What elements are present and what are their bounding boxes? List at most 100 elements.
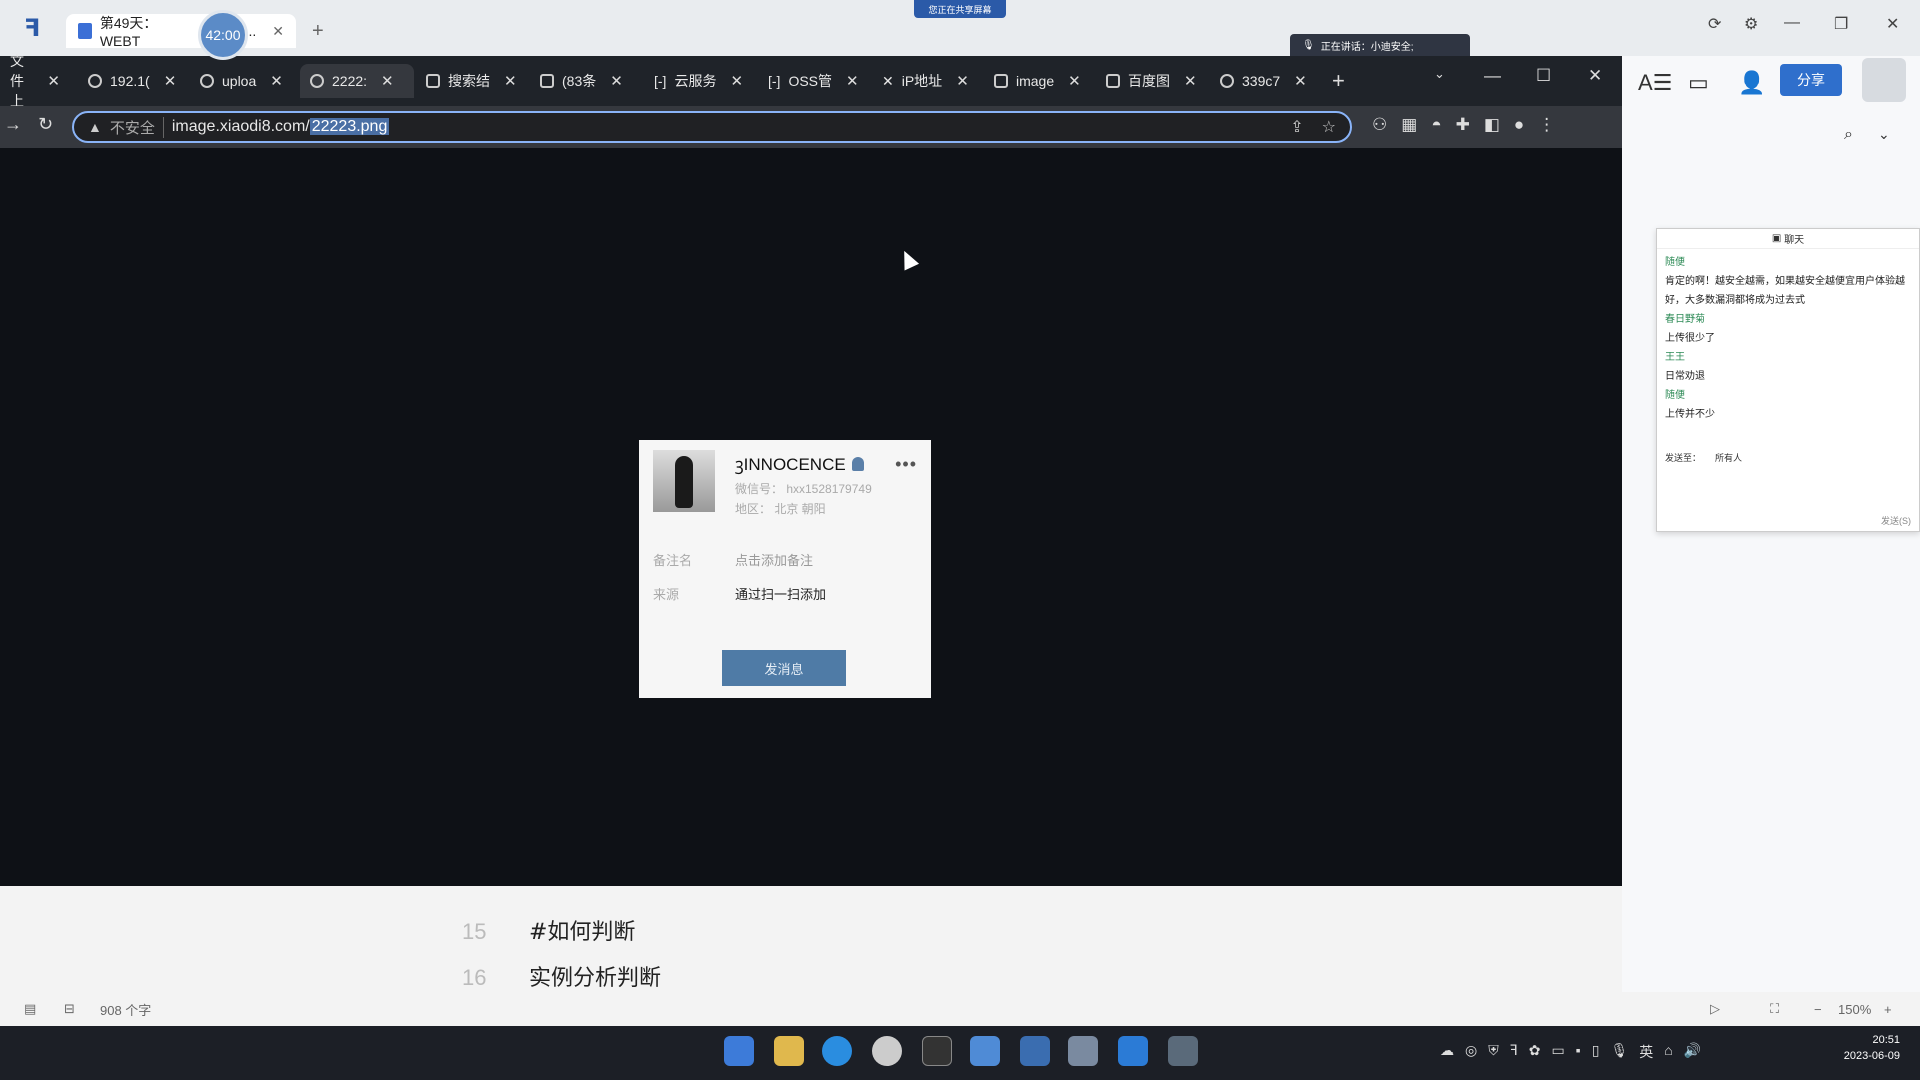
meeting-app-icon[interactable] <box>970 1036 1000 1066</box>
close-icon[interactable]: ✕ <box>1294 72 1307 90</box>
close-icon[interactable]: ✕ <box>164 72 177 90</box>
close-icon[interactable]: ✕ <box>730 72 743 90</box>
close-icon[interactable]: ✕ <box>272 23 284 40</box>
forward-icon[interactable]: → <box>4 114 22 135</box>
file-explorer-icon[interactable] <box>774 1036 804 1066</box>
minimize-button[interactable]: — <box>1484 66 1501 86</box>
edge-icon[interactable] <box>822 1036 852 1066</box>
extension-icon[interactable]: ▦ <box>1401 115 1417 135</box>
close-icon[interactable]: ✕ <box>47 72 60 90</box>
tray-app-icon[interactable]: ✿ <box>1529 1042 1541 1062</box>
zoom-level[interactable]: 150% <box>1838 1002 1871 1017</box>
tray-app-icon[interactable]: ☁ <box>1440 1042 1454 1062</box>
menu-icon[interactable]: ⋮ <box>1538 115 1555 135</box>
chat-title: ▣ 聊天 <box>1657 229 1919 249</box>
tray-app-icon[interactable]: ◎ <box>1465 1042 1477 1062</box>
bookmark-star-icon[interactable]: ☆ <box>1322 117 1336 137</box>
maximize-button[interactable]: ❐ <box>1834 14 1848 34</box>
close-icon[interactable]: ✕ <box>610 72 623 90</box>
browser-tab[interactable]: (83条 ✕ <box>530 64 633 98</box>
browser-tab[interactable]: ✕ iP地址 ✕ <box>872 64 979 98</box>
usb-icon[interactable]: ▯ <box>1592 1042 1600 1062</box>
close-icon[interactable]: ✕ <box>846 72 859 90</box>
close-icon[interactable]: ✕ <box>956 72 969 90</box>
doc-line[interactable]: 15 #如何判断 <box>462 914 635 946</box>
insecure-label[interactable]: 不安全 <box>110 116 164 138</box>
avatar[interactable] <box>1862 58 1906 102</box>
text-format-icon[interactable]: A☰ <box>1638 70 1672 96</box>
browser-tab-active[interactable]: 2222: ✕ <box>300 64 414 98</box>
present-icon[interactable]: ▭ <box>1688 70 1709 96</box>
browser-tab[interactable]: 192.1(✕ <box>78 64 186 98</box>
mic-icon[interactable]: 🎙 <box>1610 1042 1628 1062</box>
browser-tab[interactable]: [-] OSS管 ✕ <box>758 64 869 98</box>
zoom-out-button[interactable]: − <box>1814 1002 1822 1017</box>
settings-icon[interactable]: ⚙ <box>1744 14 1758 34</box>
browser-tab[interactable]: 文件上 ✕ <box>0 53 70 109</box>
share-icon[interactable]: ⇪ <box>1290 117 1303 137</box>
display-icon[interactable]: ▭ <box>1552 1042 1565 1062</box>
outline-icon[interactable]: ▤ <box>24 1001 36 1017</box>
close-window-button[interactable]: ✕ <box>1886 14 1899 34</box>
close-icon[interactable]: ✕ <box>1068 72 1081 90</box>
outer-new-tab-button[interactable]: + <box>312 20 324 43</box>
share-button[interactable]: 分享 <box>1780 64 1842 96</box>
address-bar[interactable]: ▲ 不安全 image.xiaodi8.com/22223.png ⇪ ☆ <box>72 111 1352 143</box>
clock[interactable]: 20:51 2023-06-09 <box>1844 1032 1900 1064</box>
close-icon[interactable]: ✕ <box>270 72 283 90</box>
play-icon[interactable]: ▷ <box>1710 1001 1720 1017</box>
browser-tab[interactable]: 339c7 ✕ <box>1210 64 1317 98</box>
shield-icon[interactable]: ⛨ <box>1488 1042 1499 1062</box>
globe-icon <box>310 74 324 88</box>
browser-tab[interactable]: uploa ✕ <box>190 64 293 98</box>
fullscreen-icon[interactable]: ⛶ <box>1770 1001 1779 1017</box>
send-to-select[interactable]: 所有人 <box>1715 451 1742 464</box>
minimize-button[interactable]: — <box>1784 14 1800 32</box>
chat-sender: 春日野菊 <box>1665 314 1705 325</box>
omnibox-actions: ⇪ ☆ <box>1290 117 1336 137</box>
share-banner[interactable]: 您正在共享屏幕 <box>914 0 1006 18</box>
maximize-button[interactable]: ☐ <box>1536 66 1551 86</box>
chrome-icon[interactable] <box>872 1036 902 1066</box>
volume-icon[interactable]: 🔊 <box>1684 1042 1701 1062</box>
browser-tab[interactable]: 搜索结 ✕ <box>416 64 527 98</box>
tray-app-icon[interactable]: ꟻ <box>1510 1042 1518 1062</box>
tab-search-icon[interactable]: ⌄ <box>1434 66 1445 82</box>
chat-send-button[interactable]: 发送(S) <box>1881 514 1911 527</box>
remote-desktop-icon[interactable] <box>1020 1036 1050 1066</box>
close-icon[interactable]: ✕ <box>1184 72 1197 90</box>
zoom-in-button[interactable]: + <box>1884 1002 1892 1017</box>
phpstorm-icon[interactable] <box>922 1036 952 1066</box>
close-icon[interactable]: ✕ <box>381 72 394 90</box>
app-icon[interactable] <box>1168 1036 1198 1066</box>
chevron-down-icon[interactable]: ⌄ <box>1878 126 1890 143</box>
sidepanel-icon[interactable]: ◧ <box>1484 115 1500 135</box>
profile-icon[interactable]: ● <box>1514 115 1524 135</box>
browser-tab[interactable]: image ✕ <box>984 64 1091 98</box>
refresh-icon[interactable]: ⟳ <box>1708 14 1721 34</box>
reload-icon[interactable]: ↻ <box>38 114 53 135</box>
doc-line[interactable]: 16 实例分析判断 <box>462 960 661 992</box>
extension-icon[interactable]: ⚇ <box>1372 115 1387 135</box>
search-icon[interactable]: ⌕ <box>1844 126 1853 144</box>
close-icon[interactable]: ✕ <box>504 72 517 90</box>
add-member-icon[interactable]: 👤 <box>1738 70 1765 96</box>
word-count[interactable]: 908 个字 <box>100 1000 151 1019</box>
outer-doc-tab[interactable]: 第49天：WEBT ... ✕ <box>66 14 296 49</box>
network-icon[interactable]: ⌂ <box>1664 1042 1672 1062</box>
puzzle-icon[interactable]: ✚ <box>1456 115 1470 135</box>
vscode-icon[interactable] <box>1118 1036 1148 1066</box>
remark-value: 点击添加备注 <box>735 553 814 568</box>
layout-icon[interactable]: ⊟ <box>64 1001 75 1017</box>
extension-icon[interactable]: ◓ <box>1431 115 1441 135</box>
ime-indicator[interactable]: 英 <box>1639 1042 1653 1062</box>
network-tool-icon[interactable] <box>1068 1036 1098 1066</box>
close-window-button[interactable]: ✕ <box>1588 66 1602 86</box>
chat-sender: 王王 <box>1665 352 1685 363</box>
browser-tab[interactable]: [-] 云服务 ✕ <box>644 64 753 98</box>
new-tab-button[interactable]: + <box>1332 68 1345 94</box>
tray-app-icon[interactable]: ▪ <box>1576 1042 1581 1062</box>
browser-tab[interactable]: 百度图 ✕ <box>1096 64 1207 98</box>
browser-window: 文件上 ✕ 192.1(✕ uploa ✕ 2222: ✕ 搜索结 ✕ (83条 ✕ [-… <box>0 53 1622 886</box>
start-icon[interactable] <box>724 1036 754 1066</box>
